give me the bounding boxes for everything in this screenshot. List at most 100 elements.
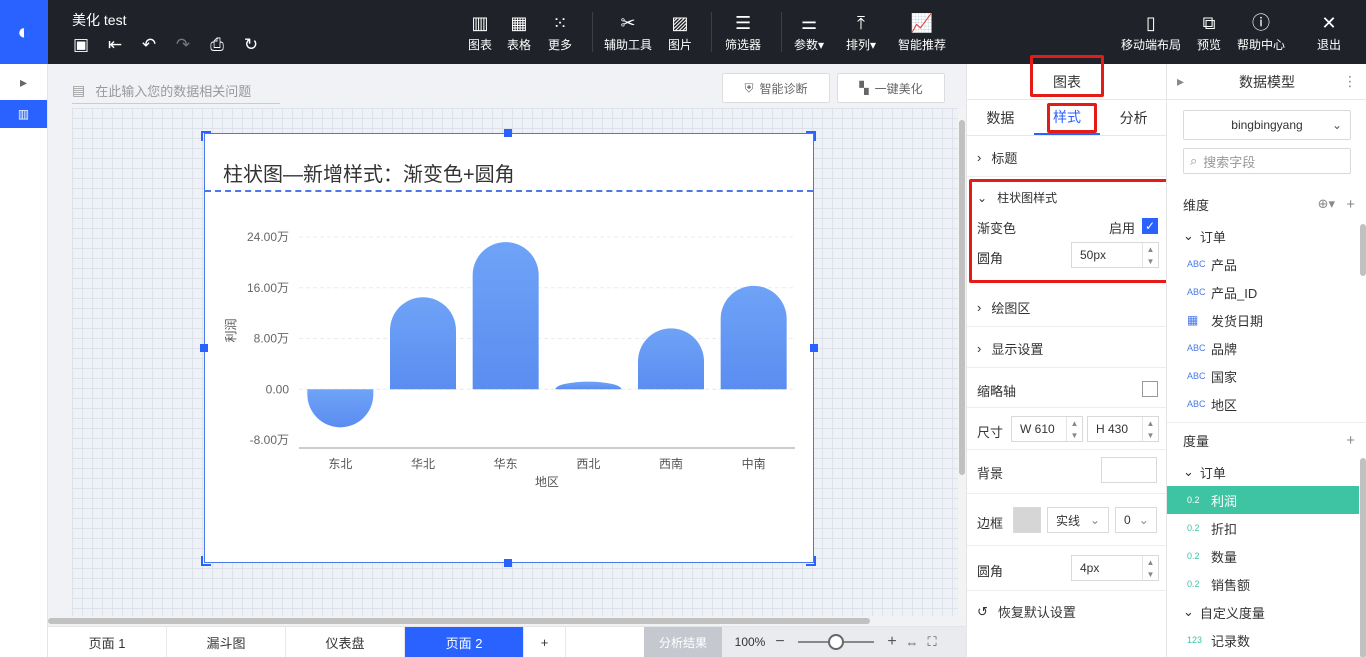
section-title[interactable]: › 标题 [977, 148, 1017, 167]
tool-filter[interactable]: ☰ 筛选器 [725, 12, 761, 53]
stepper-up-icon[interactable]: ▲ [1143, 243, 1158, 255]
measure-scrollbar[interactable] [1360, 458, 1366, 657]
width-input[interactable]: W 610 ▲ ▼ [1011, 416, 1083, 442]
resize-corner-bottom-left[interactable] [201, 556, 211, 566]
stepper-down-icon[interactable]: ▼ [1143, 255, 1158, 267]
height-stepper[interactable]: ▲ ▼ [1142, 417, 1158, 441]
scrollbar-thumb[interactable] [48, 618, 870, 624]
section-bar-style[interactable]: ⌄ 柱状图样式 [977, 189, 1057, 206]
tool-help[interactable]: ⓘ 帮助中心 [1237, 12, 1285, 53]
tool-table[interactable]: ▦ 表格 [507, 12, 531, 53]
page-tab[interactable]: 页面 1 [48, 627, 167, 657]
measure-group[interactable]: ⌄ 订单 [1167, 458, 1359, 486]
field-item[interactable]: ABC 产品 [1167, 250, 1359, 278]
field-item[interactable]: 0.2 折扣 [1167, 514, 1359, 542]
page-tab-active[interactable]: 页面 2 [405, 627, 524, 657]
page-tab[interactable]: 漏斗图 [167, 627, 286, 657]
scrollbar-thumb[interactable] [959, 120, 965, 475]
resize-handle-top[interactable] [504, 129, 512, 137]
tool-arrange[interactable]: ⤒ 排列▾ [846, 12, 876, 53]
tool-more[interactable]: ⁙ 更多 [548, 12, 572, 53]
expand-panel-icon[interactable]: ▸ [0, 64, 47, 100]
add-page-button[interactable]: + [524, 627, 566, 657]
field-item-selected[interactable]: 0.2 利润 [1167, 486, 1359, 514]
globe-icon[interactable]: ⊕▾ [1318, 196, 1335, 212]
stepper-up-icon[interactable]: ▲ [1143, 556, 1158, 568]
gradient-checkbox[interactable]: ✓ [1142, 218, 1158, 234]
back-icon[interactable]: ⇤ [104, 35, 126, 55]
chart-title[interactable]: 柱状图—新增样式：渐变色+圆角 [223, 158, 515, 187]
width-stepper[interactable]: ▲ ▼ [1066, 417, 1082, 441]
dataset-select[interactable]: bingbingyang ⌄ [1183, 110, 1351, 140]
resize-handle-bottom[interactable] [504, 559, 512, 567]
stepper-up-icon[interactable]: ▲ [1067, 417, 1082, 429]
field-search-input[interactable]: ⌕ 搜索字段 [1183, 148, 1351, 174]
custom-measure-group[interactable]: ⌄ 自定义度量 [1167, 598, 1359, 626]
fit-width-icon[interactable]: ⇔ [902, 635, 922, 650]
fit-screen-icon[interactable]: ⛶ [922, 634, 942, 650]
field-item[interactable]: ABC 产品_ID [1167, 278, 1359, 306]
refresh-icon[interactable]: ↻ [240, 35, 262, 55]
radius-stepper[interactable]: ▲ ▼ [1142, 243, 1158, 267]
canvas-horizontal-scrollbar[interactable] [48, 616, 966, 626]
save-icon[interactable]: ▣ [70, 35, 92, 55]
tool-smart[interactable]: 📈 智能推荐 [898, 12, 946, 53]
dimension-scrollbar[interactable] [1360, 224, 1366, 276]
field-item[interactable]: 0.2 数量 [1167, 542, 1359, 570]
tab-data[interactable]: 数据 [967, 100, 1034, 135]
smart-diagnose-button[interactable]: ⛨ 智能诊断 [722, 73, 830, 103]
resize-corner-top-left[interactable] [201, 131, 211, 141]
stepper-down-icon[interactable]: ▼ [1143, 429, 1158, 441]
stepper-down-icon[interactable]: ▼ [1067, 429, 1082, 441]
border-color-picker[interactable] [1013, 507, 1041, 533]
collapse-panel-icon[interactable]: ▸ [1177, 73, 1184, 90]
tool-exit[interactable]: ✕ 退出 [1317, 12, 1341, 53]
dimension-group[interactable]: ⌄ 订单 [1167, 222, 1359, 250]
background-color-picker[interactable] [1101, 457, 1157, 483]
field-item[interactable]: ABC 品牌 [1167, 334, 1359, 362]
page-tab[interactable]: 仪表盘 [286, 627, 405, 657]
height-input[interactable]: H 430 ▲ ▼ [1087, 416, 1159, 442]
add-measure-icon[interactable]: + [1346, 432, 1355, 449]
zoom-slider-knob[interactable] [828, 634, 844, 650]
stepper-down-icon[interactable]: ▼ [1143, 568, 1158, 580]
resize-corner-top-right[interactable] [806, 131, 816, 141]
document-title[interactable]: 美化 test [72, 10, 126, 30]
field-item[interactable]: 123 记录数 [1167, 626, 1359, 654]
thumb-axis-checkbox[interactable] [1142, 381, 1158, 397]
chart-list-icon[interactable]: ▥ [0, 100, 47, 128]
stepper-up-icon[interactable]: ▲ [1143, 417, 1158, 429]
redo-icon[interactable]: ↷ [172, 35, 194, 55]
zoom-out-icon[interactable]: − [770, 633, 790, 651]
corner-radius-input[interactable]: 4px ▲ ▼ [1071, 555, 1159, 581]
tool-preview[interactable]: ⧉ 预览 [1197, 12, 1221, 53]
app-logo[interactable]: ◐ [0, 0, 48, 64]
more-options-icon[interactable]: ⋮ [1343, 73, 1357, 90]
field-item[interactable]: ABC 国家 [1167, 362, 1359, 390]
section-display-settings[interactable]: › 显示设置 [977, 339, 1043, 358]
analysis-result-button[interactable]: 分析结果 [644, 627, 722, 657]
tool-chart[interactable]: ▥ 图表 [468, 12, 492, 53]
zoom-slider[interactable] [798, 634, 874, 650]
undo-icon[interactable]: ↶ [138, 35, 160, 55]
field-item[interactable]: 0.2 销售额 [1167, 570, 1359, 598]
tool-helpers[interactable]: ✂ 辅助工具 [604, 12, 652, 53]
resize-handle-left[interactable] [200, 344, 208, 352]
print-icon[interactable]: ⎙ [206, 35, 228, 55]
tool-mobile-layout[interactable]: ▯ 移动端布局 [1121, 12, 1181, 53]
tab-analysis[interactable]: 分析 [1100, 100, 1167, 135]
chart-widget[interactable]: 柱状图—新增样式：渐变色+圆角 -8.00万 0.00 8.00万 16.00万 24.… [204, 133, 814, 563]
tool-image[interactable]: ▨ 图片 [668, 12, 692, 53]
resize-corner-bottom-right[interactable] [806, 556, 816, 566]
tool-params[interactable]: ⚌ 参数▾ [794, 12, 824, 53]
resize-handle-right[interactable] [810, 344, 818, 352]
one-click-beautify-button[interactable]: ▚ 一键美化 [837, 73, 945, 103]
radius-input[interactable]: 50px ▲ ▼ [1071, 242, 1159, 268]
border-width-select[interactable]: 0 ⌄ [1115, 507, 1157, 533]
reset-default-button[interactable]: ↺ 恢复默认设置 [977, 602, 1076, 621]
question-input[interactable]: ▤ 在此输入您的数据相关问题 [72, 78, 280, 104]
field-item[interactable]: ABC 地区 [1167, 390, 1359, 418]
corner-radius-stepper[interactable]: ▲ ▼ [1142, 556, 1158, 580]
field-item[interactable]: ▦ 发货日期 [1167, 306, 1359, 334]
section-plot-area[interactable]: › 绘图区 [977, 298, 1030, 317]
